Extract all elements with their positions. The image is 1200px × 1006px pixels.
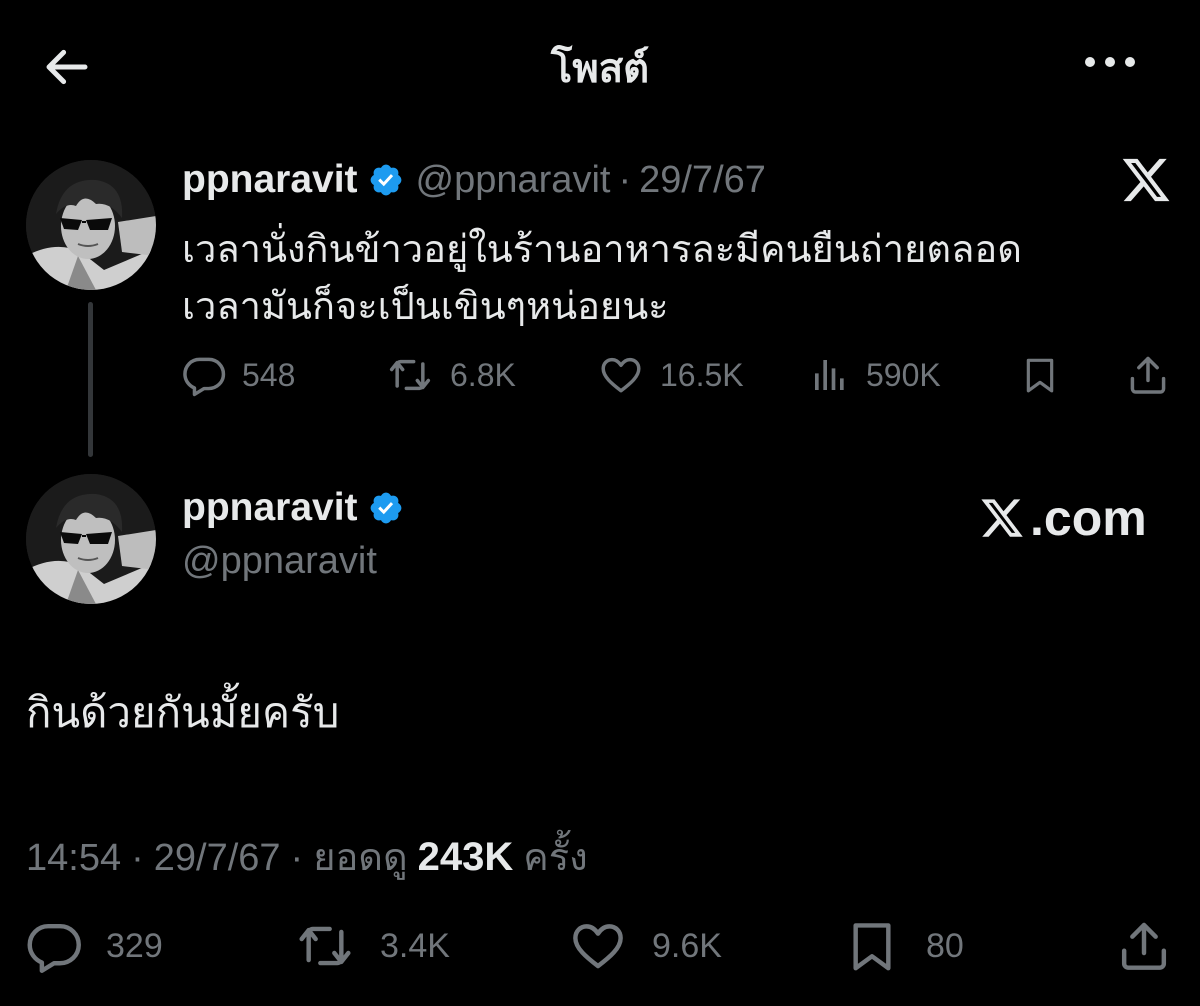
x-logo-icon xyxy=(978,495,1026,541)
repost-icon xyxy=(386,353,434,397)
bookmark-button[interactable]: 80 xyxy=(844,914,964,978)
x-com-watermark: .com xyxy=(978,490,1158,546)
repost-count: 3.4K xyxy=(380,926,450,965)
more-button[interactable] xyxy=(1080,44,1140,80)
main-post-text: กินด้วยกันมั้ยครับ xyxy=(26,689,340,736)
share-button[interactable] xyxy=(1126,348,1186,402)
like-count: 9.6K xyxy=(652,926,722,965)
repost-button[interactable]: 3.4K xyxy=(294,914,450,978)
separator-dot: · xyxy=(618,158,632,201)
repost-icon xyxy=(294,918,356,974)
views-suffix: ครั้ง xyxy=(523,837,588,879)
bookmark-icon xyxy=(1020,353,1060,397)
share-icon xyxy=(1116,918,1172,974)
parent-post-actions: 548 6.8K 16.5K 590K xyxy=(182,348,1172,402)
thread-line xyxy=(88,302,93,457)
post-date[interactable]: 29/7/67 xyxy=(154,837,281,880)
reply-button[interactable]: 548 xyxy=(182,348,295,402)
like-button[interactable]: 9.6K xyxy=(570,914,722,978)
display-name[interactable]: ppnaravit xyxy=(182,486,358,530)
avatar[interactable] xyxy=(26,474,156,604)
heart-icon xyxy=(598,353,644,397)
reply-icon xyxy=(182,353,226,397)
page-title: โพสต์ xyxy=(550,47,650,91)
repost-button[interactable]: 6.8K xyxy=(386,348,516,402)
share-icon xyxy=(1126,353,1170,397)
more-horizontal-icon xyxy=(1085,57,1135,67)
main-post-author: ppnaravit xyxy=(182,486,416,530)
post-time[interactable]: 14:54 xyxy=(26,837,121,880)
like-button[interactable]: 16.5K xyxy=(598,348,744,402)
share-button[interactable] xyxy=(1116,914,1188,978)
view-count: 590K xyxy=(866,356,941,393)
user-handle[interactable]: @ppnaravit xyxy=(182,540,377,583)
heart-icon xyxy=(570,918,626,974)
post-text-line: เวลานั่งกินข้าวอยู่ในร้านอาหารละมีคนยืนถ… xyxy=(182,229,1022,271)
x-logo-icon xyxy=(1118,154,1174,206)
repost-count: 6.8K xyxy=(450,356,516,393)
like-count: 16.5K xyxy=(660,356,744,393)
bookmark-icon xyxy=(844,918,900,974)
reply-count: 329 xyxy=(106,926,163,965)
separator-dot: · xyxy=(131,837,144,879)
verified-badge-icon xyxy=(368,490,404,526)
avatar[interactable] xyxy=(26,160,156,290)
watermark-domain: .com xyxy=(1030,490,1147,546)
reply-button[interactable]: 329 xyxy=(26,914,163,978)
reply-icon xyxy=(26,918,82,974)
views-button[interactable]: 590K xyxy=(810,348,941,402)
views-icon xyxy=(810,355,850,395)
post-text-line: เวลามันก็จะเป็นเขินๆหน่อยนะ xyxy=(182,286,669,328)
post-date[interactable]: 29/7/67 xyxy=(639,159,766,202)
verified-badge-icon xyxy=(368,162,404,198)
parent-post-header: ppnaravit @ppnaravit · 29/7/67 xyxy=(182,152,766,208)
views-label: ยอดดู xyxy=(313,837,408,879)
reply-count: 548 xyxy=(242,356,296,393)
separator-dot: · xyxy=(290,837,304,879)
view-count[interactable]: 243K xyxy=(418,835,514,880)
bookmark-button[interactable] xyxy=(1020,348,1076,402)
parent-post-text: เวลานั่งกินข้าวอยู่ในร้านอาหารละมีคนยืนถ… xyxy=(182,222,1142,336)
post-metadata: 14:54 · 29/7/67 · ยอดดู 243K ครั้ง xyxy=(26,826,588,887)
bookmark-count: 80 xyxy=(926,926,964,965)
user-handle[interactable]: @ppnaravit xyxy=(416,159,611,202)
main-post-actions: 329 3.4K 9.6K 80 xyxy=(26,914,1176,978)
display-name[interactable]: ppnaravit xyxy=(182,158,358,202)
